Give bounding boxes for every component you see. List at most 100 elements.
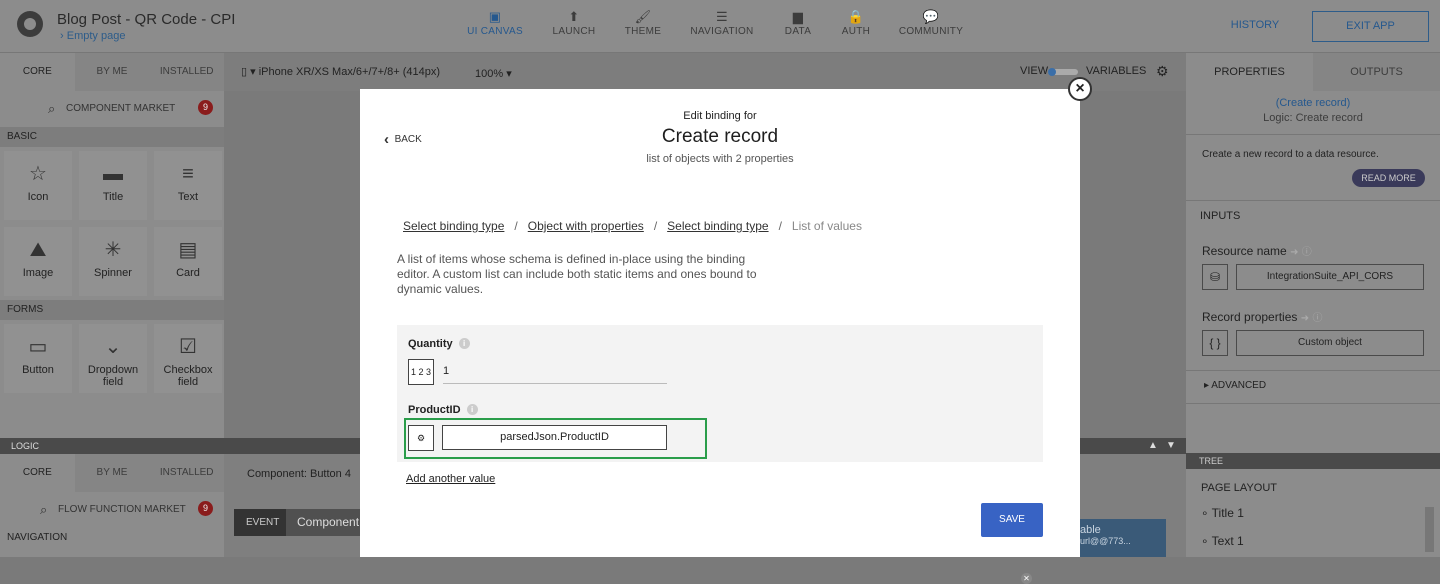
tab-by-me[interactable]: BY ME (74, 454, 150, 492)
add-another-value-link[interactable]: Add another value (406, 473, 495, 485)
notification-badge: 9 (198, 100, 213, 115)
tree-item[interactable]: ∘ Title 1 (1201, 506, 1244, 520)
save-button[interactable]: SAVE (981, 503, 1043, 537)
label-text: ProductID (408, 404, 461, 416)
component-market-button[interactable]: ⌕ COMPONENT MARKET 9 (0, 91, 224, 127)
info-icon: ⓘ (1312, 313, 1323, 324)
database-icon[interactable]: ⛁ (1202, 264, 1228, 290)
quantity-input[interactable]: 1 (443, 359, 667, 384)
exit-app-button[interactable]: EXIT APP (1312, 11, 1429, 42)
breadcrumb-select-binding-type-2[interactable]: Select binding type (667, 219, 768, 233)
view-toggle-label: VIEW (1020, 65, 1049, 77)
tile-label: Button (22, 364, 54, 376)
device-selector[interactable]: ▯ ▾ iPhone XR/XS Max/6+/7+/8+ (414px) (241, 65, 440, 78)
tree-bar[interactable]: TREE (1186, 453, 1440, 469)
tab-core[interactable]: CORE (0, 53, 75, 91)
breadcrumb-object-with-properties[interactable]: Object with properties (528, 219, 644, 233)
info-icon[interactable]: i (458, 338, 470, 349)
tab-auth[interactable]: 🔒 AUTH (839, 8, 873, 37)
tree-panel: PAGE LAYOUT ∘ Title 1 ∘ Text 1 (1186, 469, 1440, 557)
tab-core[interactable]: CORE (0, 454, 75, 492)
tab-label: COMMUNITY (898, 26, 964, 37)
tree-item-label: Text 1 (1211, 534, 1244, 548)
text-icon: ≡ (182, 163, 194, 185)
advanced-toggle[interactable]: ▸ ADVANCED (1204, 380, 1266, 391)
logic-label: LOGIC (11, 441, 40, 451)
component-button[interactable]: ▭ Button (4, 324, 72, 393)
spinner-icon: ✳ (104, 239, 122, 261)
tab-label: THEME (624, 26, 662, 37)
number-type-icon[interactable]: 1 2 3 (408, 359, 434, 385)
dropdown-icon: ⌄ (104, 336, 122, 358)
component-checkbox[interactable]: ☑ Checkbox field (154, 324, 222, 393)
divider (1186, 370, 1440, 371)
tab-by-me[interactable]: BY ME (74, 53, 150, 91)
title-icon: ▬ (103, 163, 123, 185)
tab-label: LAUNCH (552, 26, 596, 37)
component-icon[interactable]: ☆ Icon (4, 151, 72, 220)
component-spinner[interactable]: ✳ Spinner (79, 227, 147, 296)
back-button[interactable]: ‹ BACK (384, 131, 422, 148)
market-label: COMPONENT MARKET (66, 103, 176, 114)
history-button[interactable]: HISTORY (1220, 11, 1290, 42)
field-label-quantity: Quantity i (408, 338, 470, 350)
tab-launch[interactable]: ⬆ LAUNCH (550, 8, 598, 37)
logic-description: Create a new record to a data resource. (1202, 149, 1379, 160)
braces-icon[interactable]: { } (1202, 330, 1228, 356)
section-basic: BASIC (0, 127, 224, 147)
tab-event[interactable]: EVENT (234, 509, 292, 536)
component-text[interactable]: ≡ Text (154, 151, 222, 220)
tile-label: Title (102, 191, 124, 203)
component-dropdown[interactable]: ⌄ Dropdown field (79, 324, 147, 393)
tab-outputs[interactable]: OUTPUTS (1313, 53, 1440, 91)
tab-navigation[interactable]: ☰ NAVIGATION (688, 8, 756, 37)
component-title[interactable]: ▬ Title (79, 151, 147, 220)
tab-properties[interactable]: PROPERTIES (1186, 53, 1313, 91)
tile-label: Dropdown field (87, 364, 139, 388)
tab-community[interactable]: 💬 COMMUNITY (897, 8, 965, 37)
component-image[interactable]: ⛰ Image (4, 227, 72, 296)
resource-name-field[interactable]: IntegrationSuite_API_CORS (1236, 264, 1424, 290)
divider (1186, 134, 1440, 135)
breadcrumb-select-binding-type[interactable]: Select binding type (403, 219, 504, 233)
image-icon: ⛰ (29, 239, 47, 261)
read-more-button[interactable]: READ MORE (1352, 169, 1425, 187)
scrollbar[interactable] (1425, 507, 1434, 552)
record-properties-field[interactable]: Custom object (1236, 330, 1424, 356)
breadcrumb-separator: / (778, 219, 782, 233)
tab-theme[interactable]: 🖌 THEME (622, 8, 664, 37)
tab-ui-canvas[interactable]: ▣ UI CANVAS (466, 8, 524, 37)
chevron-right-icon: › (60, 30, 67, 42)
tab-data[interactable]: ▆ DATA (781, 8, 815, 37)
chevron-down-icon[interactable]: ▼ (1166, 438, 1176, 454)
brush-icon: 🖌 (634, 9, 652, 24)
view-variables-toggle[interactable] (1048, 68, 1078, 76)
create-record-link[interactable]: (Create record) (1186, 97, 1440, 109)
page-selector[interactable]: › Empty page (60, 30, 125, 42)
record-properties-label: Record properties ➜ ⓘ (1202, 309, 1322, 324)
zoom-selector[interactable]: 100% ▾ (475, 67, 512, 80)
close-icon[interactable]: × (1068, 77, 1092, 101)
logic-palette: CORE BY ME INSTALLED ⌕ FLOW FUNCTION MAR… (0, 454, 225, 557)
remove-icon[interactable]: ✕ (1021, 573, 1032, 584)
list-icon: ☰ (716, 9, 728, 24)
tree-item[interactable]: ∘ Text 1 (1201, 534, 1244, 548)
component-card[interactable]: ▤ Card (154, 227, 222, 296)
tab-installed[interactable]: INSTALLED (149, 454, 225, 492)
button-icon: ▭ (28, 336, 48, 358)
tab-component[interactable]: Component (286, 509, 360, 536)
flow-function-market-button[interactable]: ⌕ FLOW FUNCTION MARKET 9 (0, 492, 224, 528)
modal-description: list of objects with 2 properties (646, 153, 794, 165)
bug-icon[interactable]: ⚙ (1156, 63, 1169, 80)
tab-installed[interactable]: INSTALLED (149, 53, 225, 91)
edit-binding-modal: Edit binding for Create record list of o… (360, 89, 1080, 584)
modal-title: Create record (661, 126, 779, 147)
tile-label: Text (177, 191, 199, 203)
advanced-label: ADVANCED (1211, 380, 1267, 391)
tile-label: Spinner (94, 267, 132, 279)
canvas-icon: ▣ (488, 9, 502, 24)
tile-label: Image (22, 267, 54, 279)
chevron-up-icon[interactable]: ▲ (1148, 438, 1158, 454)
divider (1186, 403, 1440, 404)
info-icon[interactable]: i (466, 404, 478, 415)
